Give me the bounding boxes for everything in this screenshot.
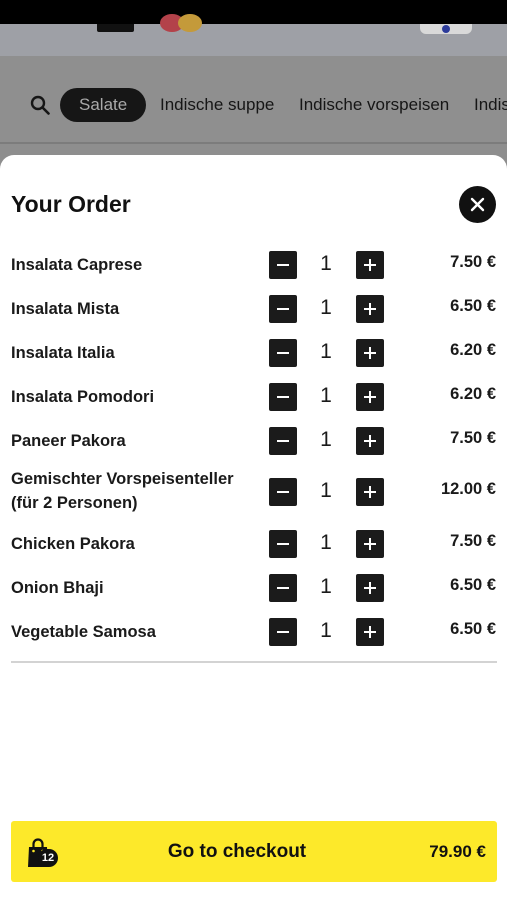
checkout-button[interactable]: Go to checkout 12 79.90 €	[11, 821, 497, 882]
item-quantity: 1	[320, 252, 332, 275]
order-sheet: Your Order Insalata Caprese 1 7.50 € Ins…	[0, 155, 507, 900]
minus-icon	[277, 264, 289, 266]
increase-quantity-button[interactable]	[356, 427, 384, 455]
increase-quantity-button[interactable]	[356, 574, 384, 602]
item-name-line-2: (für 2 Personen)	[11, 494, 138, 512]
order-title: Your Order	[11, 191, 131, 217]
item-name: Onion Bhaji	[11, 579, 104, 597]
decrease-quantity-button[interactable]	[269, 383, 297, 411]
item-price: 6.50 €	[450, 620, 496, 638]
checkout-total: 79.90 €	[429, 842, 486, 861]
close-button[interactable]	[459, 186, 496, 223]
checkout-label: Go to checkout	[167, 841, 307, 862]
item-name: Vegetable Samosa	[11, 623, 156, 641]
decrease-quantity-button[interactable]	[269, 251, 297, 279]
increase-quantity-button[interactable]	[356, 618, 384, 646]
minus-icon	[277, 440, 289, 442]
close-icon	[470, 197, 485, 212]
item-name: Gemischter Vorspeisenteller (für 2 Perso…	[11, 467, 234, 515]
increase-quantity-button[interactable]	[356, 251, 384, 279]
item-name: Insalata Caprese	[11, 256, 143, 274]
item-quantity: 1	[320, 619, 332, 642]
item-quantity: 1	[320, 296, 332, 319]
increase-quantity-button[interactable]	[356, 383, 384, 411]
minus-icon	[277, 352, 289, 354]
payment-logo	[160, 14, 210, 34]
item-quantity: 1	[320, 575, 332, 598]
category-tab-indische-suppe[interactable]: Indische suppe	[160, 88, 274, 122]
plus-icon	[369, 486, 371, 498]
plus-icon	[369, 435, 371, 447]
minus-icon	[277, 631, 289, 633]
search-icon[interactable]	[30, 95, 50, 115]
item-name: Chicken Pakora	[11, 535, 135, 553]
increase-quantity-button[interactable]	[356, 339, 384, 367]
item-name: Insalata Mista	[11, 300, 120, 318]
item-quantity: 1	[320, 428, 332, 451]
decrease-quantity-button[interactable]	[269, 427, 297, 455]
minus-icon	[277, 543, 289, 545]
header-logo	[97, 24, 134, 32]
item-price: 7.50 €	[450, 429, 496, 447]
increase-quantity-button[interactable]	[356, 530, 384, 558]
category-tab-indische-vorspeisen[interactable]: Indische vorspeisen	[299, 88, 449, 122]
item-price: 7.50 €	[450, 532, 496, 550]
category-tab-indis[interactable]: Indis	[474, 88, 507, 122]
item-price: 6.50 €	[450, 576, 496, 594]
minus-icon	[277, 491, 289, 493]
item-name-line-1: Gemischter Vorspeisenteller	[11, 470, 234, 488]
plus-icon	[369, 626, 371, 638]
plus-icon	[369, 303, 371, 315]
plus-icon	[369, 259, 371, 271]
decrease-quantity-button[interactable]	[269, 530, 297, 558]
plus-icon	[369, 582, 371, 594]
status-bar	[0, 0, 507, 24]
minus-icon	[277, 396, 289, 398]
minus-icon	[277, 587, 289, 589]
increase-quantity-button[interactable]	[356, 295, 384, 323]
item-quantity: 1	[320, 479, 332, 502]
decrease-quantity-button[interactable]	[269, 478, 297, 506]
item-name: Paneer Pakora	[11, 432, 126, 450]
item-name: Insalata Italia	[11, 344, 115, 362]
item-price: 6.20 €	[450, 385, 496, 403]
item-name: Insalata Pomodori	[11, 388, 155, 406]
decrease-quantity-button[interactable]	[269, 295, 297, 323]
item-price: 12.00 €	[440, 480, 496, 498]
item-quantity: 1	[320, 340, 332, 363]
item-price: 7.50 €	[450, 253, 496, 271]
increase-quantity-button[interactable]	[356, 478, 384, 506]
category-tab-salate[interactable]: Salate	[60, 88, 147, 122]
item-price: 6.20 €	[450, 341, 496, 359]
header-badge	[420, 24, 472, 34]
plus-icon	[369, 538, 371, 550]
plus-icon	[369, 391, 371, 403]
order-divider	[11, 661, 497, 663]
cart-count-badge: 12	[38, 849, 58, 867]
item-price: 6.50 €	[450, 297, 496, 315]
item-quantity: 1	[320, 531, 332, 554]
decrease-quantity-button[interactable]	[269, 618, 297, 646]
decrease-quantity-button[interactable]	[269, 574, 297, 602]
decrease-quantity-button[interactable]	[269, 339, 297, 367]
minus-icon	[277, 308, 289, 310]
plus-icon	[369, 347, 371, 359]
item-quantity: 1	[320, 384, 332, 407]
